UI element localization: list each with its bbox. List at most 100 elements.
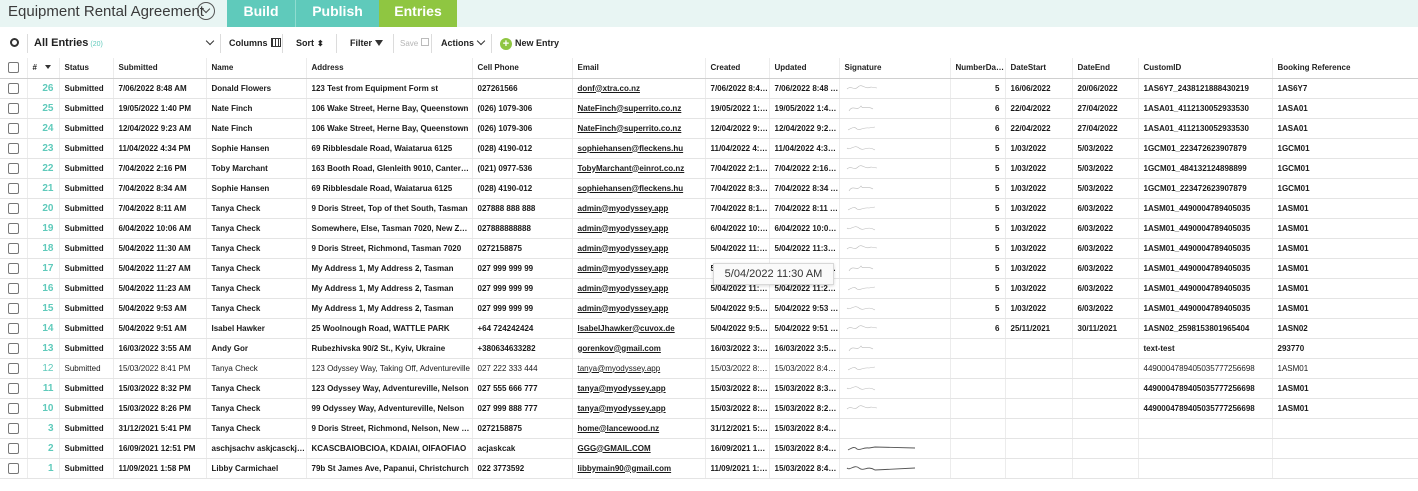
row-checkbox[interactable] [0,98,27,119]
email-cell[interactable]: TobyMarchant@einrot.co.nz [571,158,705,179]
table-row[interactable]: 3 Submitted 31/12/2021 5:41 PM Tanya Check 9… [0,418,1418,439]
filter-button[interactable]: Filter [350,31,384,56]
column-header-created[interactable]: Created [704,58,769,79]
tab-publish[interactable]: Publish [295,0,379,27]
row-checkbox[interactable] [0,238,27,259]
row-checkbox[interactable] [0,198,27,219]
row-checkbox[interactable] [0,418,27,439]
column-header-updated[interactable]: Updated [768,58,839,79]
gear-icon[interactable] [10,38,19,47]
table-row[interactable]: 12 Submitted 15/03/2022 8:41 PM Tanya Check… [0,358,1418,379]
column-header-status[interactable]: Status [58,58,113,79]
table-row[interactable]: 24 Submitted 12/04/2022 9:23 AM Nate Finch 1… [0,118,1418,139]
column-header-cell-phone[interactable]: Cell Phone [471,58,572,79]
email-cell[interactable]: home@lancewood.nz [571,418,705,439]
row-checkbox[interactable] [0,398,27,419]
column-header-submitted[interactable]: Submitted [112,58,206,79]
row-checkbox[interactable] [0,318,27,339]
entry-number[interactable]: 24 [26,118,59,139]
sort-button[interactable]: Sort ⬍ [296,31,324,56]
row-checkbox[interactable] [0,358,27,379]
row-checkbox[interactable] [0,178,27,199]
entry-number[interactable]: 3 [26,418,59,439]
column-header-date-end[interactable]: DateEnd [1071,58,1138,79]
table-row[interactable]: 16 Submitted 5/04/2022 11:23 AM Tanya Check… [0,278,1418,299]
email-cell[interactable]: gorenkov@gmail.com [571,338,705,359]
row-checkbox[interactable] [0,338,27,359]
tab-entries[interactable]: Entries [379,0,457,27]
column-header-booking-reference[interactable]: Booking Reference [1271,58,1418,79]
email-cell[interactable]: NateFinch@superrito.co.nz [571,118,705,139]
email-cell[interactable]: admin@myodyssey.app [571,218,705,239]
table-row[interactable]: 18 Submitted 5/04/2022 11:30 AM Tanya Check… [0,238,1418,259]
row-checkbox[interactable] [0,78,27,99]
select-all-checkbox[interactable] [0,58,27,79]
save-button[interactable]: Save [400,31,430,56]
entry-number[interactable]: 22 [26,158,59,179]
email-cell[interactable]: tanya@myodyssey.app [571,358,705,379]
row-checkbox[interactable] [0,258,27,279]
row-checkbox[interactable] [0,118,27,139]
entry-number[interactable]: 11 [26,378,59,399]
entry-number[interactable]: 2 [26,438,59,459]
entry-number[interactable]: 13 [26,338,59,359]
row-checkbox[interactable] [0,278,27,299]
column-header-number[interactable]: # [26,58,59,79]
table-row[interactable]: 10 Submitted 15/03/2022 8:26 PM Tanya Check… [0,398,1418,419]
table-row[interactable]: 23 Submitted 11/04/2022 4:34 PM Sophie Hans… [0,138,1418,159]
column-header-address[interactable]: Address [305,58,472,79]
column-header-name[interactable]: Name [205,58,306,79]
row-checkbox[interactable] [0,298,27,319]
entry-number[interactable]: 21 [26,178,59,199]
columns-button[interactable]: Columns [229,31,281,56]
column-header-signature[interactable]: Signature [838,58,950,79]
table-row[interactable]: 11 Submitted 15/03/2022 8:32 PM Tanya Check… [0,378,1418,399]
email-cell[interactable]: admin@myodyssey.app [571,198,705,219]
table-row[interactable]: 22 Submitted 7/04/2022 2:16 PM Toby Marchan… [0,158,1418,179]
table-row[interactable]: 2 Submitted 16/09/2021 12:51 PM aschjsachv … [0,438,1418,459]
row-checkbox[interactable] [0,138,27,159]
entry-number[interactable]: 10 [26,398,59,419]
email-cell[interactable]: donf@xtra.co.nz [571,78,705,99]
view-dropdown[interactable] [203,31,215,56]
row-checkbox[interactable] [0,218,27,239]
actions-button[interactable]: Actions [441,31,486,56]
entry-number[interactable]: 15 [26,298,59,319]
entry-number[interactable]: 25 [26,98,59,119]
table-row[interactable]: 26 Submitted 7/06/2022 8:48 AM Donald Flowe… [0,78,1418,99]
email-cell[interactable]: GGG@GMAIL.COM [571,438,705,459]
email-cell[interactable]: tanya@myodyssey.app [571,398,705,419]
email-cell[interactable]: sophiehansen@fleckens.hu [571,138,705,159]
entry-number[interactable]: 26 [26,78,59,99]
tab-build[interactable]: Build [227,0,295,27]
table-row[interactable]: 21 Submitted 7/04/2022 8:34 AM Sophie Hanse… [0,178,1418,199]
table-row[interactable]: 25 Submitted 19/05/2022 1:40 PM Nate Finch 1… [0,98,1418,119]
column-header-email[interactable]: Email [571,58,705,79]
email-cell[interactable]: sophiehansen@fleckens.hu [571,178,705,199]
table-row[interactable]: 17 Submitted 5/04/2022 11:27 AM Tanya Check… [0,258,1418,279]
form-switcher-chevron-icon[interactable] [197,2,215,20]
email-cell[interactable]: admin@myodyssey.app [571,278,705,299]
table-row[interactable]: 14 Submitted 5/04/2022 9:51 AM Isabel Hawke… [0,318,1418,339]
entry-number[interactable]: 23 [26,138,59,159]
email-cell[interactable]: IsabelJhawker@cuvox.de [571,318,705,339]
email-cell[interactable]: admin@myodyssey.app [571,238,705,259]
email-cell[interactable]: libbymain90@gmail.com [571,458,705,479]
entry-number[interactable]: 12 [26,358,59,379]
entry-number[interactable]: 18 [26,238,59,259]
email-cell[interactable]: NateFinch@superrito.co.nz [571,98,705,119]
table-row[interactable]: 20 Submitted 7/04/2022 8:11 AM Tanya Check 9… [0,198,1418,219]
entry-number[interactable]: 19 [26,218,59,239]
entry-number[interactable]: 1 [26,458,59,479]
email-cell[interactable]: admin@myodyssey.app [571,298,705,319]
row-checkbox[interactable] [0,458,27,479]
email-cell[interactable]: admin@myodyssey.app [571,258,705,279]
table-row[interactable]: 15 Submitted 5/04/2022 9:53 AM Tanya Check M… [0,298,1418,319]
entry-number[interactable]: 17 [26,258,59,279]
email-cell[interactable]: tanya@myodyssey.app [571,378,705,399]
view-selector[interactable]: All Entries (20) [34,31,103,56]
entry-number[interactable]: 14 [26,318,59,339]
table-row[interactable]: 1 Submitted 11/09/2021 1:58 PM Libby Carmic… [0,458,1418,479]
new-entry-button[interactable]: + New Entry [500,31,559,56]
row-checkbox[interactable] [0,438,27,459]
